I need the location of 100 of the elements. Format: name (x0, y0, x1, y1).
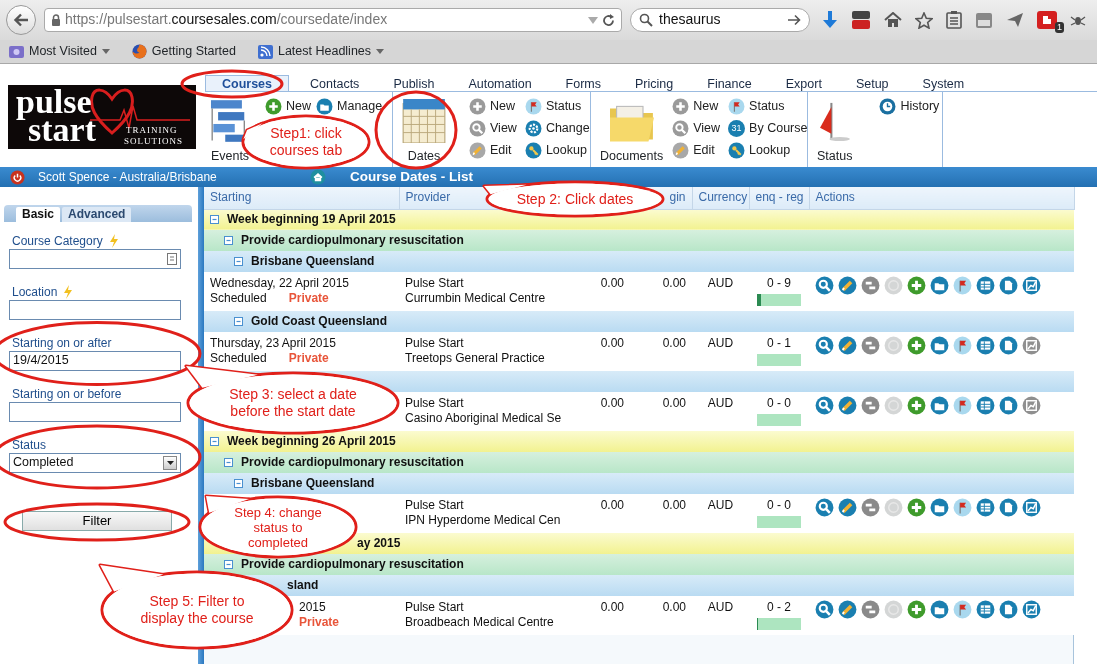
ribbon-action[interactable]: Edit (469, 142, 517, 159)
download-icon[interactable] (822, 11, 838, 29)
document-icon[interactable] (999, 396, 1018, 415)
collapse-icon[interactable] (210, 215, 219, 225)
input-field[interactable] (9, 402, 181, 422)
status-select[interactable]: Completed (9, 453, 181, 473)
input-field[interactable] (9, 300, 181, 320)
plus-icon[interactable] (907, 276, 926, 295)
folder-icon[interactable] (930, 276, 949, 295)
plus-icon[interactable] (907, 396, 926, 415)
plus-icon[interactable] (907, 336, 926, 355)
flag-icon[interactable] (953, 396, 972, 415)
column-header[interactable]: Actions (815, 190, 855, 205)
clipboard-icon[interactable] (946, 11, 962, 29)
ribbon-action[interactable]: Lookup (728, 142, 808, 159)
puzzle-icon[interactable] (1037, 11, 1057, 29)
table-icon[interactable] (976, 498, 995, 517)
collapse-icon[interactable] (210, 437, 219, 446)
notes-icon[interactable] (975, 11, 993, 29)
video-icon[interactable] (851, 10, 871, 30)
bars-icon[interactable] (861, 498, 880, 517)
flag-icon[interactable] (953, 498, 972, 517)
document-icon[interactable] (999, 336, 1018, 355)
bookmark-item[interactable]: Most Visited (8, 41, 111, 62)
magnifier-icon[interactable] (815, 396, 834, 415)
folder-icon[interactable] (930, 396, 949, 415)
bars-icon[interactable] (861, 276, 880, 295)
ribbon-action[interactable]: New (265, 98, 311, 115)
menu-tab[interactable]: Automation (451, 75, 549, 91)
ribbon-button[interactable]: Events (209, 95, 251, 167)
bars-icon[interactable] (861, 396, 880, 415)
folder-icon[interactable] (930, 336, 949, 355)
ribbon-action[interactable]: Manage (316, 98, 383, 115)
document-icon[interactable] (999, 600, 1018, 619)
magnifier-icon[interactable] (815, 600, 834, 619)
ribbon-action[interactable]: Status (728, 98, 808, 115)
pencil-icon[interactable] (838, 396, 857, 415)
column-header[interactable]: Starting (210, 190, 252, 205)
input-field[interactable] (9, 249, 181, 269)
pencil-icon[interactable] (838, 600, 857, 619)
collapse-icon[interactable] (224, 236, 233, 245)
menu-tab[interactable]: Forms (548, 75, 619, 91)
filter-tab[interactable]: Advanced (62, 207, 132, 222)
menu-tab[interactable]: Export (768, 75, 839, 91)
collapse-icon[interactable] (234, 479, 243, 488)
ribbon-action[interactable]: Edit (672, 142, 721, 159)
pencil-icon[interactable] (838, 276, 857, 295)
arrow-icon[interactable] (788, 14, 801, 26)
ribbon-action[interactable]: View (469, 120, 517, 137)
collapse-icon[interactable] (224, 560, 233, 569)
bookmark-item[interactable]: Getting Started (130, 41, 237, 62)
collapse-icon[interactable] (234, 317, 243, 326)
home-icon[interactable] (310, 169, 326, 185)
ribbon-action[interactable]: Lookup (524, 142, 590, 159)
caret-icon[interactable] (163, 456, 177, 470)
power-icon[interactable] (10, 169, 25, 185)
collapse-icon[interactable] (234, 257, 243, 266)
star-icon[interactable] (915, 11, 933, 29)
filter-button[interactable]: Filter (22, 511, 172, 531)
chart-icon[interactable] (1022, 396, 1041, 415)
plus-icon[interactable] (907, 498, 926, 517)
flag-icon[interactable] (953, 276, 972, 295)
bars-icon[interactable] (861, 336, 880, 355)
ribbon-button[interactable]: Dates (401, 95, 447, 167)
menu-tab[interactable]: Finance (690, 75, 769, 91)
pencil-icon[interactable] (838, 336, 857, 355)
folder-icon[interactable] (930, 498, 949, 517)
chart-icon[interactable] (1022, 276, 1041, 295)
table-icon[interactable] (976, 276, 995, 295)
table-icon[interactable] (976, 336, 995, 355)
chart-icon[interactable] (1022, 498, 1041, 517)
bars-icon[interactable] (861, 600, 880, 619)
picker-icon[interactable] (167, 253, 177, 265)
chart-icon[interactable] (1022, 600, 1041, 619)
bookmark-item[interactable]: Latest Headlines (256, 41, 386, 62)
input-field[interactable]: 19/4/2015 (9, 351, 181, 371)
menu-tab[interactable]: Setup (838, 75, 906, 91)
ribbon-action[interactable]: History (879, 98, 940, 115)
menu-tab[interactable]: Courses (205, 75, 290, 91)
dropdown-icon[interactable] (588, 16, 598, 24)
column-header[interactable]: gin (669, 190, 686, 205)
ribbon-action[interactable]: New (469, 98, 517, 115)
menu-tab[interactable]: Pricing (618, 75, 691, 91)
ribbon-action[interactable]: View (672, 120, 721, 137)
back-button[interactable] (6, 5, 36, 35)
menu-tab[interactable]: System (905, 75, 982, 91)
search-field[interactable]: thesaurus (630, 8, 810, 32)
ribbon-action[interactable]: Status (524, 98, 590, 115)
flag-icon[interactable] (953, 336, 972, 355)
chart-icon[interactable] (1022, 336, 1041, 355)
document-icon[interactable] (999, 498, 1018, 517)
address-bar[interactable]: https://pulsestart.coursesales.com/coursedate/index (44, 8, 622, 32)
column-header[interactable]: Provider (405, 190, 451, 205)
ribbon-action[interactable]: Change (524, 120, 590, 137)
table-icon[interactable] (976, 600, 995, 619)
table-icon[interactable] (976, 396, 995, 415)
pencil-icon[interactable] (838, 498, 857, 517)
document-icon[interactable] (999, 276, 1018, 295)
ribbon-action[interactable]: 31 By Course (728, 120, 808, 137)
magnifier-icon[interactable] (815, 498, 834, 517)
